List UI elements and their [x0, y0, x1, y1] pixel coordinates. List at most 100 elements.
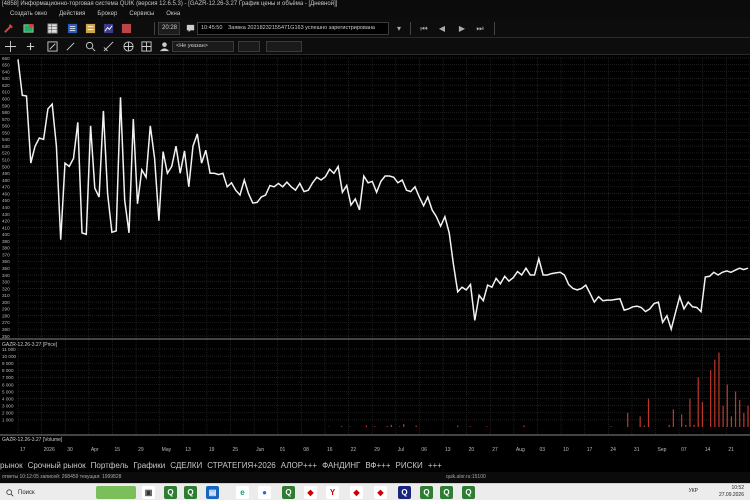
- message-icon[interactable]: [184, 22, 197, 35]
- tab-deals[interactable]: СДЕЛКИ: [170, 460, 202, 471]
- date-tick-label: 19: [209, 447, 215, 453]
- volume-tick-label: 3 000: [2, 404, 14, 409]
- date-tick-label: 27: [492, 447, 498, 453]
- taskbar-app-4-icon[interactable]: ◆: [304, 486, 317, 499]
- prev-message-icon[interactable]: ◀: [436, 22, 448, 35]
- grid-icon[interactable]: [140, 40, 153, 53]
- price-tick-label: 250: [2, 334, 10, 339]
- taskbar-app-5-icon[interactable]: ◆: [350, 486, 363, 499]
- menu-item-windows[interactable]: Окна: [166, 9, 180, 19]
- date-tick-label: Jun: [256, 447, 264, 453]
- taskbar-app-1-icon[interactable]: Q: [164, 486, 177, 499]
- taskbar-app-6-icon[interactable]: ◆: [374, 486, 387, 499]
- status-left: ответы 10:12:05 записей: 268459 текущая:…: [2, 474, 122, 480]
- chart-area[interactable]: 660 650 640 630 620 610 600 590 580 570 560 550 540 5…: [0, 55, 750, 455]
- tab-risks[interactable]: РИСКИ: [396, 460, 423, 471]
- line-tool-icon[interactable]: [64, 40, 77, 53]
- price-tick-label: 450: [2, 198, 10, 203]
- menu-item-create-window[interactable]: Создать окно: [10, 9, 47, 19]
- taskbar-app-2-icon[interactable]: Q: [184, 486, 197, 499]
- taskbar-app-8-icon[interactable]: Q: [420, 486, 433, 499]
- zoom-icon[interactable]: [84, 40, 97, 53]
- price-tick-label: 590: [2, 103, 10, 108]
- menu-item-services[interactable]: Сервисы: [129, 9, 154, 19]
- price-tick-label: 660: [2, 56, 10, 61]
- taskbar-weather-icon[interactable]: [96, 486, 136, 499]
- tab-market[interactable]: рынок: [0, 460, 23, 471]
- settings-icon[interactable]: [120, 22, 133, 35]
- taskbar-app-3-icon[interactable]: Q: [282, 486, 295, 499]
- taskbar-chrome-icon[interactable]: ●: [258, 486, 271, 499]
- taskbar-app-9-icon[interactable]: Q: [440, 486, 453, 499]
- volume-tick-label: 11 000: [2, 347, 16, 352]
- date-tick-label: 22: [351, 447, 357, 453]
- globe-icon[interactable]: [122, 40, 135, 53]
- tab-portfolio[interactable]: Портфель: [91, 460, 129, 471]
- price-tick-label: 460: [2, 191, 10, 196]
- mode-value-field[interactable]: [238, 41, 260, 52]
- date-tick-label: 13: [445, 447, 451, 453]
- next-message-icon[interactable]: ▶: [456, 22, 468, 35]
- message-dropdown-icon[interactable]: ▾: [393, 22, 405, 35]
- mode-value-field-2[interactable]: [266, 41, 302, 52]
- tab-funding[interactable]: ФАНДИНГ: [322, 460, 360, 471]
- taskbar-app-7-icon[interactable]: Q: [398, 486, 411, 499]
- chart-icon[interactable]: [102, 22, 115, 35]
- price-tick-label: 410: [2, 225, 10, 230]
- tab-alor[interactable]: АЛОР+++: [281, 460, 317, 471]
- date-tick-label: 29: [374, 447, 380, 453]
- price-tick-label: 320: [2, 286, 10, 291]
- price-tick-label: 440: [2, 205, 10, 210]
- tab-strategy[interactable]: СТРАТЕГИЯ+2026: [207, 460, 275, 471]
- volume-tick-label: 5 000: [2, 389, 14, 394]
- price-tick-label: 420: [2, 219, 10, 224]
- date-tick-label: 14: [705, 447, 711, 453]
- taskbar-explorer-icon[interactable]: ▤: [206, 486, 219, 499]
- volume-tick-label: 4 000: [2, 396, 14, 401]
- menu-item-actions[interactable]: Действия: [59, 9, 85, 19]
- date-tick-label: 16: [327, 447, 333, 453]
- price-tick-label: 270: [2, 320, 10, 325]
- time-field[interactable]: 20:28: [158, 22, 180, 35]
- user-icon[interactable]: [158, 40, 171, 53]
- status-bar: ответы 10:12:05 записей: 268459 текущая:…: [0, 472, 750, 483]
- price-tick-label: 360: [2, 259, 10, 264]
- tab-futures[interactable]: Срочный рынок: [28, 460, 86, 471]
- last-message-icon[interactable]: ⏭: [474, 22, 486, 35]
- depth-icon[interactable]: [66, 22, 79, 35]
- first-message-icon[interactable]: ⏮: [418, 22, 430, 35]
- measure-icon[interactable]: [102, 40, 115, 53]
- price-tick-label: 340: [2, 273, 10, 278]
- new-window-icon[interactable]: [22, 22, 35, 35]
- price-tick-label: 640: [2, 69, 10, 74]
- mode-select[interactable]: <Не указан>: [172, 41, 234, 52]
- price-tick-label: 530: [2, 144, 10, 149]
- taskbar-app-10-icon[interactable]: Q: [462, 486, 475, 499]
- tab-vf[interactable]: ВФ+++: [365, 460, 390, 471]
- date-tick-label: Jul: [398, 447, 404, 453]
- price-tick-label: 600: [2, 96, 10, 101]
- taskbar-yandex-icon[interactable]: Y: [326, 486, 339, 499]
- tools-icon[interactable]: [2, 22, 15, 35]
- table-icon[interactable]: [46, 22, 59, 35]
- price-tick-label: 380: [2, 246, 10, 251]
- date-tick-label: 2026: [44, 447, 55, 453]
- taskbar-edge-icon[interactable]: e: [236, 486, 249, 499]
- taskbar-search[interactable]: Поиск: [4, 487, 86, 499]
- tab-charts[interactable]: Графики: [133, 460, 165, 471]
- price-volume-chart[interactable]: 6606506406306206106005905805705605505405…: [0, 55, 750, 455]
- message-field[interactable]: 10:45:50 Заявка 20218232155471G163 успеш…: [197, 22, 389, 35]
- price-tick-label: 500: [2, 164, 10, 169]
- zoom-area-icon[interactable]: [46, 40, 59, 53]
- orders-icon[interactable]: [84, 22, 97, 35]
- taskbar-clock[interactable]: 10:52 27.09.2026: [704, 485, 744, 499]
- tab-add[interactable]: +++: [428, 460, 442, 471]
- chart-toolbar: <Не указан>: [0, 38, 750, 55]
- menu-bar: Создать окно Действия Брокер Сервисы Окн…: [0, 9, 750, 19]
- language-indicator[interactable]: УКР: [689, 488, 698, 494]
- cursor-icon[interactable]: [24, 40, 37, 53]
- crosshair-icon[interactable]: [4, 40, 17, 53]
- menu-item-broker[interactable]: Брокер: [97, 9, 117, 19]
- price-tick-label: 480: [2, 178, 10, 183]
- taskbar-taskview-icon[interactable]: ▣: [142, 486, 155, 499]
